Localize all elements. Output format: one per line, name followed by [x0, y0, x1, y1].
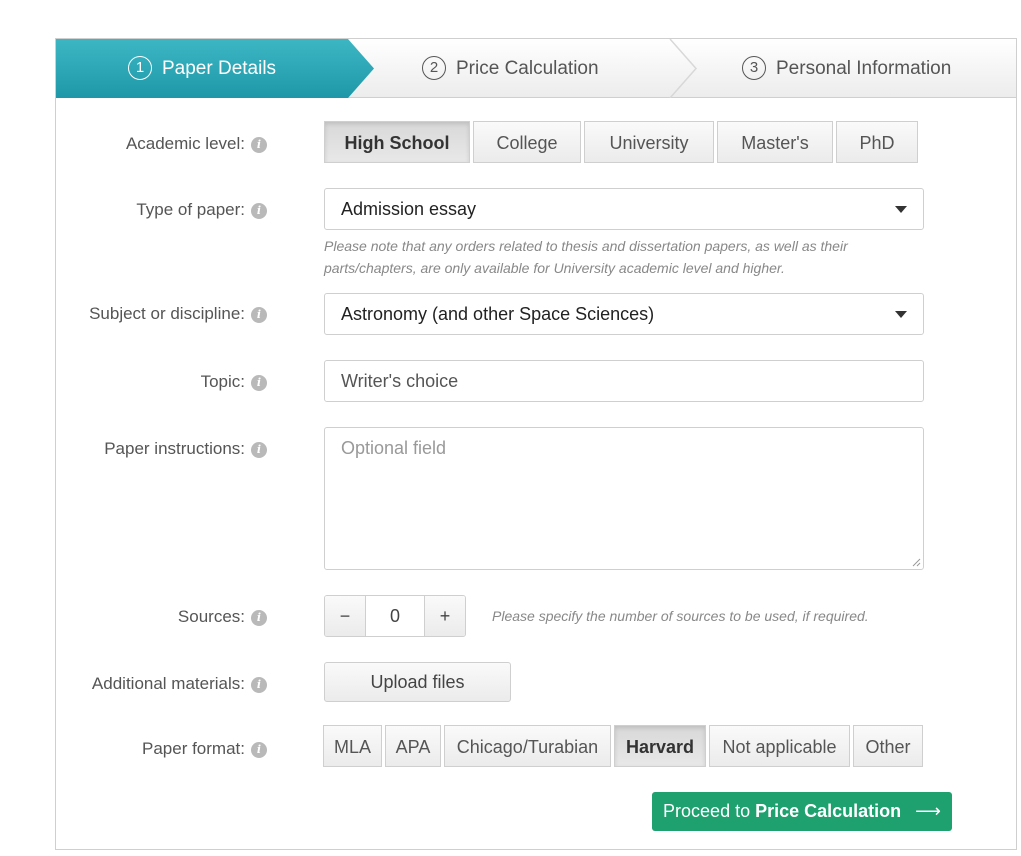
format-other-button[interactable]: Other	[853, 725, 923, 767]
step-label-2: Price Calculation	[456, 58, 599, 79]
format-apa-button[interactable]: APA	[385, 725, 441, 767]
step-number-2: 2	[422, 56, 446, 80]
materials-label-text: Additional materials:	[91, 674, 245, 693]
proceed-bold-text: Price Calculation	[755, 801, 902, 821]
info-icon[interactable]: i	[251, 610, 267, 626]
sources-label-text: Sources:	[177, 607, 245, 626]
level-college-button[interactable]: College	[473, 121, 581, 163]
info-icon[interactable]: i	[251, 677, 267, 693]
paper-format-group: MLA APA Chicago/Turabian Harvard Not app…	[323, 725, 926, 767]
level-university-button[interactable]: University	[584, 121, 714, 163]
subject-value: Astronomy (and other Space Sciences)	[341, 304, 655, 324]
topic-label-text: Topic:	[200, 372, 245, 391]
paper-format-label: Paper format: i	[142, 739, 267, 759]
sources-hint: Please specify the number of sources to …	[492, 608, 869, 624]
proceed-button[interactable]: Proceed to Price Calculation ⟶	[652, 792, 952, 831]
info-icon[interactable]: i	[251, 742, 267, 758]
academic-level-group: High School College University Master's …	[324, 121, 921, 163]
instructions-placeholder: Optional field	[341, 438, 447, 458]
arrow-right-icon: ⟶	[915, 801, 941, 822]
type-of-paper-select[interactable]: Admission essay	[324, 188, 924, 230]
instructions-textarea[interactable]: Optional field	[324, 427, 924, 570]
format-harvard-button[interactable]: Harvard	[614, 725, 706, 767]
sources-value-input[interactable]: 0	[365, 596, 425, 636]
caret-down-icon	[895, 311, 907, 318]
topic-label: Topic: i	[201, 372, 267, 392]
step-label-3: Personal Information	[776, 58, 952, 79]
resize-handle-icon[interactable]	[911, 557, 921, 567]
order-form-panel: 1 Paper Details 2 Price Calculation 3 Perso…	[55, 38, 1017, 850]
step-label-1: Paper Details	[162, 58, 277, 79]
step-personal-information[interactable]: 3 Personal Information	[742, 39, 951, 98]
materials-label: Additional materials: i	[92, 674, 267, 694]
note-line-1: Please note that any orders related to t…	[324, 238, 848, 254]
type-of-paper-label-text: Type of paper:	[136, 200, 245, 219]
step-number-3: 3	[742, 56, 766, 80]
format-mla-button[interactable]: MLA	[323, 725, 382, 767]
info-icon[interactable]: i	[251, 203, 267, 219]
sources-decrement-button[interactable]: −	[325, 596, 365, 636]
subject-label-text: Subject or discipline:	[89, 304, 245, 323]
level-masters-button[interactable]: Master's	[717, 121, 833, 163]
subject-label: Subject or discipline: i	[89, 304, 267, 324]
sources-increment-button[interactable]: +	[425, 596, 465, 636]
subject-select[interactable]: Astronomy (and other Space Sciences)	[324, 293, 924, 335]
step-paper-details[interactable]: 1 Paper Details	[128, 39, 276, 98]
instructions-label: Paper instructions: i	[104, 439, 267, 459]
step-price-calculation[interactable]: 2 Price Calculation	[422, 39, 599, 98]
format-chicago-button[interactable]: Chicago/Turabian	[444, 725, 611, 767]
step-number-1: 1	[128, 56, 152, 80]
info-icon[interactable]: i	[251, 375, 267, 391]
info-icon[interactable]: i	[251, 442, 267, 458]
academic-level-label-text: Academic level:	[125, 134, 245, 153]
note-line-2: parts/chapters, are only available for U…	[324, 260, 785, 276]
sources-label: Sources: i	[178, 607, 267, 627]
type-of-paper-note: Please note that any orders related to t…	[324, 235, 848, 279]
academic-level-label: Academic level: i	[126, 134, 267, 154]
info-icon[interactable]: i	[251, 307, 267, 323]
topic-input[interactable]: Writer's choice	[324, 360, 924, 402]
proceed-prefix: Proceed to	[663, 801, 756, 821]
type-of-paper-value: Admission essay	[341, 199, 477, 219]
info-icon[interactable]: i	[251, 137, 267, 153]
sources-stepper: − 0 +	[324, 595, 466, 637]
steps-bar: 1 Paper Details 2 Price Calculation 3 Perso…	[56, 39, 1016, 98]
instructions-label-text: Paper instructions:	[104, 439, 245, 458]
paper-format-label-text: Paper format:	[142, 739, 245, 758]
upload-files-button[interactable]: Upload files	[324, 662, 511, 702]
caret-down-icon	[895, 206, 907, 213]
level-phd-button[interactable]: PhD	[836, 121, 918, 163]
type-of-paper-label: Type of paper: i	[136, 200, 267, 220]
format-not-applicable-button[interactable]: Not applicable	[709, 725, 850, 767]
level-high-school-button[interactable]: High School	[324, 121, 470, 163]
